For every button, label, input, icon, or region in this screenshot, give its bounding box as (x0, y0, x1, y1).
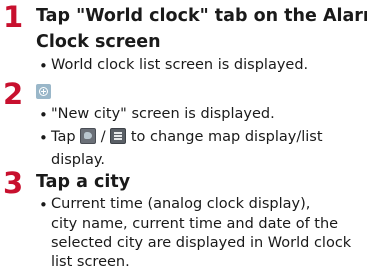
step-3-title: Tap a city (36, 172, 131, 192)
bullet-marker: • (39, 196, 48, 214)
step-2-bullet-2-line1: Tap / to change map display/list (51, 126, 323, 149)
separator: / (100, 129, 106, 145)
step-3-number: 3 (3, 166, 24, 200)
step-2-bullet-2-line2: display. (51, 152, 106, 168)
list-display-icon (110, 128, 127, 144)
step-3-bullet-line4: list screen. (51, 254, 130, 270)
add-city-icon (36, 84, 51, 99)
step-1-number: 1 (3, 0, 24, 34)
step-2-bullet-1: "New city" screen is displayed. (51, 106, 275, 122)
step-2-number: 2 (3, 77, 24, 111)
bullet-marker: • (39, 129, 48, 147)
bullet-marker: • (39, 57, 48, 75)
change-display-text: to change map display/list (130, 129, 323, 145)
bullet-marker: • (39, 106, 48, 124)
step-1-title-line1: Tap "World clock" tab on the Alarm (36, 6, 367, 26)
map-display-icon (80, 128, 97, 144)
step-1-title-line2: Clock screen (36, 32, 161, 52)
step-1-bullet-1: World clock list screen is displayed. (51, 57, 309, 73)
tap-label: Tap (51, 129, 76, 145)
